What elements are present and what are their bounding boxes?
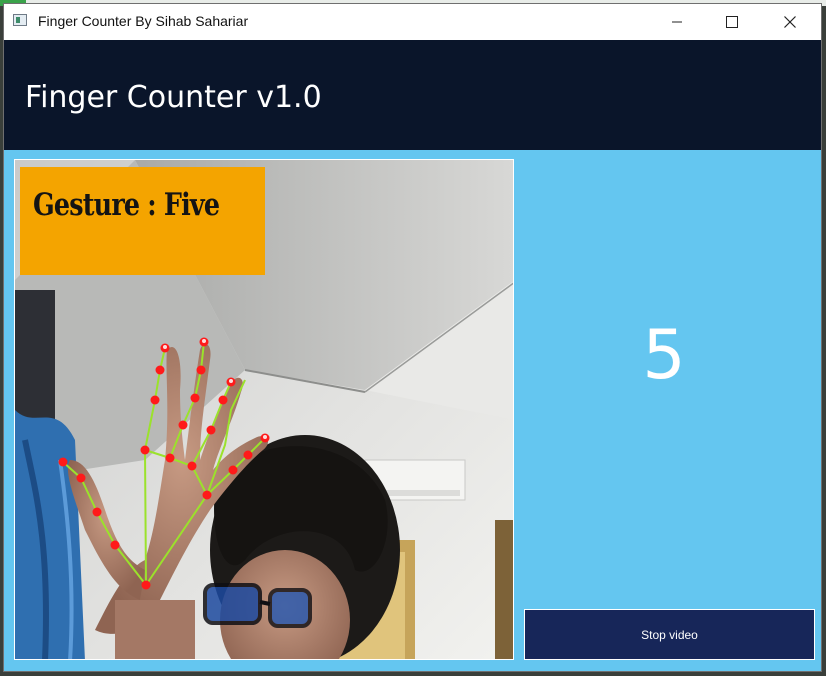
maximize-button[interactable] bbox=[704, 4, 760, 40]
window-title: Finger Counter By Sihab Sahariar bbox=[38, 13, 249, 29]
gesture-label: Gesture : Five bbox=[33, 187, 220, 223]
gesture-label-box: Gesture : Five bbox=[20, 167, 265, 275]
app-window-icon bbox=[13, 14, 27, 26]
maximize-icon bbox=[726, 16, 738, 28]
close-button[interactable] bbox=[762, 4, 818, 40]
app-title: Finger Counter v1.0 bbox=[25, 80, 322, 115]
finger-count: 5 bbox=[642, 316, 686, 395]
close-icon bbox=[784, 16, 796, 28]
video-feed: Gesture : Five bbox=[14, 159, 514, 660]
minimize-button[interactable] bbox=[649, 4, 705, 40]
minimize-icon bbox=[672, 21, 682, 23]
title-bar[interactable]: Finger Counter By Sihab Sahariar bbox=[4, 4, 821, 41]
stop-video-button[interactable]: Stop video bbox=[524, 609, 815, 660]
app-header: Finger Counter v1.0 bbox=[4, 40, 821, 150]
app-window: Finger Counter By Sihab Sahariar Finger … bbox=[4, 4, 821, 671]
